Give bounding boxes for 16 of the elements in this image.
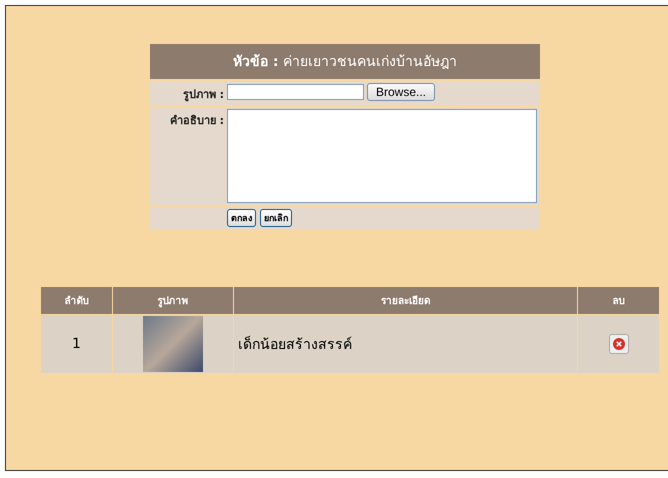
file-path-field[interactable]: [227, 84, 364, 100]
column-header: ลำดับ: [40, 286, 112, 314]
photo-placeholder: [142, 316, 203, 372]
column-header: ลบ: [578, 286, 660, 314]
field-label: คำอธิบาย :: [168, 113, 224, 129]
field-label: รูปภาพ :: [182, 87, 224, 103]
cancel-button[interactable]: ยกเลิก: [260, 209, 292, 227]
delete-button[interactable]: [608, 334, 629, 354]
column-header: รายละเอียด: [233, 286, 578, 314]
table-cell: 1: [40, 314, 112, 374]
column-header: รูปภาพ: [112, 286, 234, 314]
table-cell: เด็กน้อยสร้างสรรค์: [233, 314, 578, 374]
form-title: หัวข้อ : ค่ายเยาวชนคนเก่งบ้านอัษฎา: [150, 44, 540, 79]
browse-button[interactable]: Browse...: [367, 83, 436, 101]
ok-button[interactable]: ตกลง: [227, 209, 256, 227]
description-field[interactable]: [227, 109, 537, 203]
